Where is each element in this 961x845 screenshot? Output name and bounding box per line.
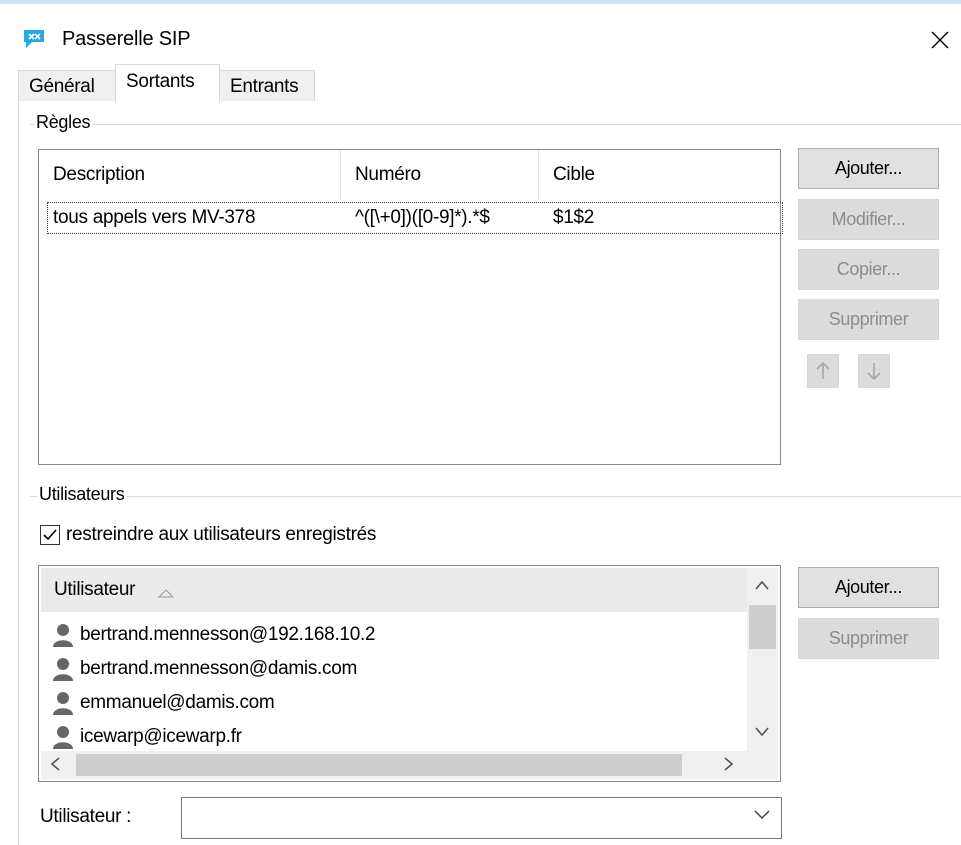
modify-rule-button[interactable]: Modifier... bbox=[798, 199, 939, 240]
column-header-numero[interactable]: Numéro bbox=[341, 150, 539, 200]
close-button[interactable] bbox=[920, 20, 960, 60]
user-icon bbox=[53, 624, 73, 647]
users-group-label: Utilisateurs bbox=[37, 484, 127, 505]
sort-indicator-icon bbox=[158, 589, 174, 598]
user-name: icewarp@icewarp.fr bbox=[80, 726, 242, 747]
sip-bubble-icon bbox=[22, 28, 46, 50]
column-header-cible-label: Cible bbox=[553, 164, 595, 185]
rule-numero: ^([\+0])([0-9]*).*$ bbox=[355, 207, 490, 228]
vertical-scroll-thumb[interactable] bbox=[749, 605, 776, 649]
checkmark-icon bbox=[43, 529, 57, 541]
tab-entrants-label: Entrants bbox=[230, 76, 299, 97]
scroll-down-icon[interactable] bbox=[755, 727, 769, 737]
scroll-right-icon[interactable] bbox=[724, 757, 734, 771]
add-rule-button[interactable]: Ajouter... bbox=[798, 148, 939, 189]
restrict-label[interactable]: restreindre aux utilisateurs enregistrés bbox=[66, 524, 376, 546]
users-column-header-label: Utilisateur bbox=[54, 579, 136, 600]
user-icon bbox=[53, 726, 73, 749]
dialog-window: Passerelle SIP Général Sortants Entrants… bbox=[0, 0, 961, 845]
user-icon bbox=[53, 692, 73, 715]
horizontal-scroll-thumb[interactable] bbox=[76, 754, 682, 776]
rules-group-line bbox=[30, 124, 961, 125]
list-item[interactable]: icewarp@icewarp.fr bbox=[52, 721, 242, 753]
user-name: bertrand.mennesson@192.168.10.2 bbox=[80, 624, 376, 645]
delete-rule-button[interactable]: Supprimer bbox=[798, 299, 939, 340]
rule-description: tous appels vers MV-378 bbox=[53, 207, 256, 228]
rules-list[interactable]: Description Numéro Cible tous appels ver… bbox=[38, 149, 783, 465]
restrict-checkbox[interactable] bbox=[40, 525, 60, 545]
user-combobox[interactable] bbox=[181, 797, 782, 839]
chevron-down-icon[interactable] bbox=[754, 810, 770, 820]
column-header-description[interactable]: Description bbox=[39, 150, 341, 200]
user-field-label: Utilisateur : bbox=[40, 806, 132, 827]
scroll-up-icon[interactable] bbox=[755, 580, 769, 590]
column-header-cible[interactable]: Cible bbox=[539, 150, 780, 200]
column-header-numero-label: Numéro bbox=[355, 164, 421, 185]
move-down-button[interactable] bbox=[858, 354, 890, 388]
tab-sortants-label: Sortants bbox=[126, 71, 195, 92]
tab-entrants[interactable]: Entrants bbox=[219, 70, 315, 101]
arrow-down-icon bbox=[867, 363, 881, 380]
move-up-button[interactable] bbox=[807, 354, 839, 388]
rule-cible: $1$2 bbox=[553, 207, 595, 228]
delete-user-button[interactable]: Supprimer bbox=[798, 618, 939, 659]
user-name: emmanuel@damis.com bbox=[80, 692, 275, 713]
rules-group-label: Règles bbox=[34, 112, 93, 133]
arrow-up-icon bbox=[816, 362, 830, 379]
vertical-scrollbar[interactable] bbox=[747, 568, 778, 751]
tab-general-label: Général bbox=[29, 76, 95, 97]
users-group-line bbox=[30, 496, 961, 497]
tab-sortants[interactable]: Sortants bbox=[115, 64, 220, 102]
list-item[interactable]: emmanuel@damis.com bbox=[52, 687, 275, 719]
list-item[interactable]: bertrand.mennesson@192.168.10.2 bbox=[52, 619, 376, 651]
tab-general[interactable]: Général bbox=[18, 70, 116, 101]
add-user-button[interactable]: Ajouter... bbox=[798, 567, 939, 608]
user-icon bbox=[53, 658, 73, 681]
users-column-header[interactable] bbox=[41, 568, 747, 612]
copy-rule-button[interactable]: Copier... bbox=[798, 249, 939, 290]
close-icon bbox=[931, 31, 949, 49]
title-bar[interactable]: Passerelle SIP bbox=[0, 4, 961, 66]
window-title: Passerelle SIP bbox=[62, 28, 191, 50]
column-header-description-label: Description bbox=[53, 164, 145, 185]
user-name: bertrand.mennesson@damis.com bbox=[80, 658, 358, 679]
list-item[interactable]: bertrand.mennesson@damis.com bbox=[52, 653, 357, 685]
scroll-left-icon[interactable] bbox=[50, 757, 60, 771]
